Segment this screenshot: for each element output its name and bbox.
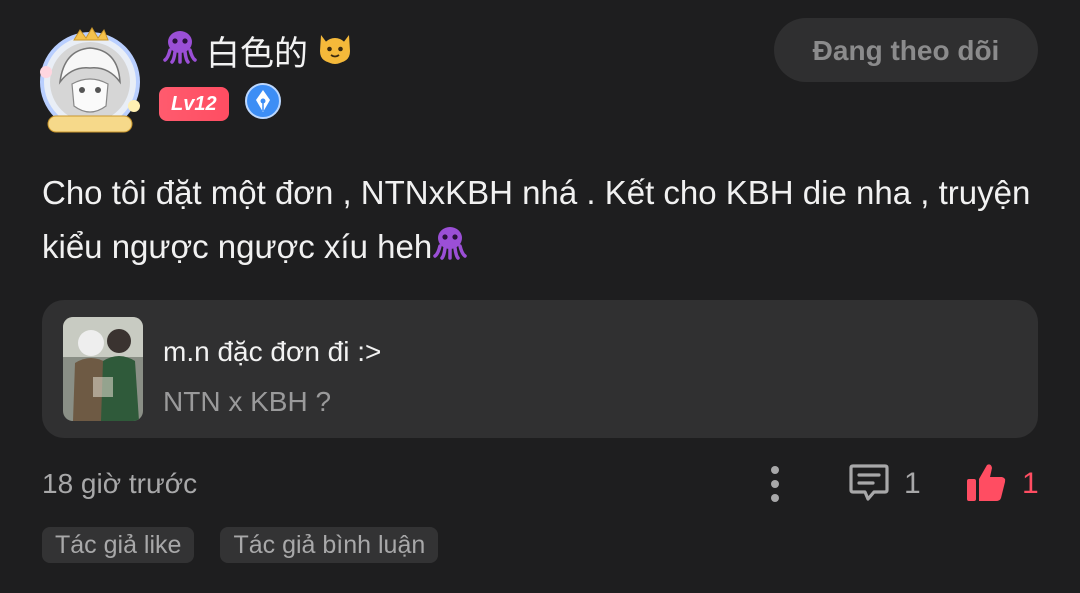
like-button[interactable]: 1 [964,460,1039,508]
linked-story-card[interactable]: m.n đặc đơn đi :> NTN x KBH ? [42,300,1038,438]
post-timestamp: 18 giờ trước [42,468,198,499]
comment-button[interactable]: 1 [848,462,921,506]
author-name-row[interactable]: 白色的 [162,26,354,74]
comment-icon [848,461,890,508]
cat-face-emoji-icon [316,27,354,74]
story-subtitle: NTN x KBH ? [163,386,332,417]
tag-author-comment: Tác giả bình luận [220,527,439,563]
story-cover-image [63,317,143,421]
thumbs-up-icon [964,460,1008,509]
avatar[interactable] [38,26,142,138]
post-detail: 白色的 Lv12 Đang theo dõi Cho tôi đặt một đ… [0,0,1080,593]
author-badges: Lv12 [159,83,281,124]
like-count: 1 [1022,467,1039,500]
pen-nib-badge-icon[interactable] [244,83,281,124]
comment-count: 1 [904,467,921,500]
following-button[interactable]: Đang theo dõi [774,18,1038,82]
octopus-emoji-icon [162,28,198,73]
tag-author-like: Tác giả like [42,527,195,563]
vertical-dots-icon[interactable] [760,462,790,506]
author-name: 白色的 [206,33,308,74]
tag-list: Tác giả like Tác giả bình luận [42,527,439,563]
post-body: Cho tôi đặt một đơn , NTNxKBH nhá . Kết … [42,166,1042,276]
level-badge: Lv12 [159,86,229,121]
octopus-emoji-icon [432,222,468,276]
post-text: Cho tôi đặt một đơn , NTNxKBH nhá . Kết … [42,174,1031,265]
story-title: m.n đặc đơn đi :> [163,336,382,367]
